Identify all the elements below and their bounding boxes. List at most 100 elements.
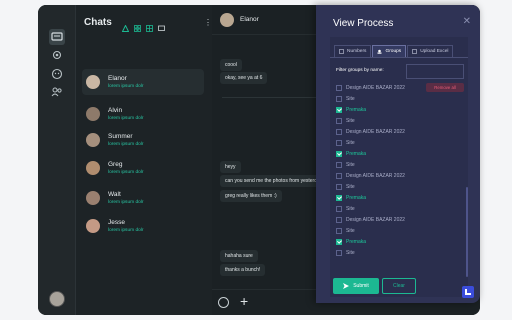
group-checkbox[interactable]: [336, 206, 342, 212]
group-checkbox[interactable]: [336, 140, 342, 146]
group-row[interactable]: Premaka: [336, 149, 366, 159]
send-icon: [343, 283, 350, 289]
remove-all-button[interactable]: Remove all: [426, 83, 464, 92]
group-row[interactable]: Site: [336, 94, 355, 104]
group-icon[interactable]: [50, 49, 64, 63]
group-checkbox[interactable]: [336, 228, 342, 234]
message-bubble: greg really likes them :): [220, 190, 282, 202]
contact-item-walt[interactable]: Walt lorem ipsum dolr: [82, 185, 204, 211]
contact-item-greg[interactable]: Greg lorem ipsum dolr: [82, 155, 204, 181]
group-checkbox[interactable]: [336, 151, 342, 157]
group-checkbox[interactable]: [336, 107, 342, 113]
close-icon[interactable]: ✕: [463, 16, 471, 27]
group-label: Design AIDE BAZAR 2022: [346, 217, 405, 223]
contact-subtitle: lorem ipsum dolr: [108, 83, 144, 89]
group-checkbox[interactable]: [336, 118, 342, 124]
group-row[interactable]: Design AIDE BAZAR 2022: [336, 83, 405, 93]
scrollbar[interactable]: [466, 187, 468, 277]
document-icon: [339, 49, 344, 54]
group-row[interactable]: Site: [336, 204, 355, 214]
contact-item-summer[interactable]: Summer lorem ipsum dolr: [82, 127, 204, 153]
avatar: [86, 107, 100, 121]
group-label: Site: [346, 96, 355, 102]
avatar: [86, 161, 100, 175]
user-avatar[interactable]: [49, 291, 65, 307]
chat-contact-name: Elanor: [240, 16, 259, 23]
group-row[interactable]: Site: [336, 226, 355, 236]
group-label: Design AIDE BAZAR 2022: [346, 129, 405, 135]
table-icon[interactable]: [145, 19, 153, 32]
app-logo-icon[interactable]: [462, 286, 474, 298]
triangle-icon[interactable]: [121, 19, 130, 32]
group-row[interactable]: Premaka: [336, 105, 366, 115]
tab-upload-excel[interactable]: Upload Excel: [407, 45, 454, 57]
emoji-icon[interactable]: [218, 297, 229, 308]
tab-numbers[interactable]: Numbers: [334, 45, 372, 57]
contact-item-alvin[interactable]: Alvin lorem ipsum dolr: [82, 101, 204, 127]
grid-icon[interactable]: [133, 19, 141, 32]
group-checkbox[interactable]: [336, 239, 342, 245]
group-checkbox[interactable]: [336, 195, 342, 201]
group-label: Site: [346, 140, 355, 146]
tab-groups[interactable]: Groups: [372, 45, 407, 57]
group-checkbox[interactable]: [336, 184, 342, 190]
group-checkbox[interactable]: [336, 217, 342, 223]
message-bubble: okay, see ya at 6: [220, 72, 268, 84]
message-icon[interactable]: [157, 19, 165, 31]
contact-name: Walt: [108, 190, 121, 198]
group-label: Premaka: [346, 195, 367, 201]
group-label: Site: [346, 162, 355, 168]
group-row[interactable]: Design AIDE BAZAR 2022: [336, 171, 405, 181]
more-options-icon[interactable]: ⋮: [204, 18, 212, 27]
submit-label: Submit: [353, 283, 369, 289]
group-row[interactable]: Premaka: [336, 237, 366, 247]
chat-list-title: Chats: [84, 16, 112, 28]
group-row[interactable]: Site: [336, 248, 355, 258]
contact-name: Elanor: [108, 74, 127, 82]
group-row[interactable]: Site: [336, 116, 355, 126]
add-icon[interactable]: +: [240, 293, 248, 309]
group-checkbox[interactable]: [336, 173, 342, 179]
contact-name: Summer: [108, 132, 133, 140]
tab-underline: [330, 57, 468, 58]
contact-subtitle: lorem ipsum dolr: [108, 141, 144, 147]
group-checkbox[interactable]: [336, 250, 342, 256]
contact-subtitle: lorem ipsum dolr: [108, 169, 144, 175]
tab-label: Groups: [385, 49, 402, 54]
support-icon[interactable]: [50, 67, 64, 81]
contact-subtitle: lorem ipsum dolr: [108, 199, 144, 205]
group-row[interactable]: Site: [336, 182, 355, 192]
group-checkbox[interactable]: [336, 96, 342, 102]
contact-item-jesse[interactable]: Jesse lorem ipsum dolr: [82, 213, 204, 239]
upload-icon: [412, 49, 418, 54]
avatar: [220, 12, 234, 27]
chat-icon[interactable]: [49, 29, 65, 45]
group-icon: [377, 49, 382, 54]
contacts-icon[interactable]: [50, 85, 64, 99]
message-bubble: can you send me the photos from yesterda…: [220, 175, 331, 187]
clear-button[interactable]: Clear: [382, 278, 416, 294]
group-row[interactable]: Premaka: [336, 193, 366, 203]
group-row[interactable]: Design AIDE BAZAR 2022: [336, 127, 405, 137]
contact-name: Jesse: [108, 218, 125, 226]
message-bubble: heyy: [220, 161, 241, 173]
group-row[interactable]: Site: [336, 160, 355, 170]
contact-name: Alvin: [108, 106, 123, 114]
avatar: [86, 133, 100, 147]
icon-rail: [38, 5, 76, 315]
group-row[interactable]: Site: [336, 138, 355, 148]
contact-item-elanor[interactable]: Elanor lorem ipsum dolr: [82, 69, 204, 95]
group-label: Premaka: [346, 107, 367, 113]
avatar: [86, 75, 100, 89]
filter-label: Filter groups by name:: [336, 68, 384, 73]
group-checkbox[interactable]: [336, 129, 342, 135]
group-row[interactable]: Design AIDE BAZAR 2022: [336, 215, 405, 225]
submit-button[interactable]: Submit: [333, 278, 379, 294]
dialog-title: View Process: [333, 18, 394, 29]
dialog-actions: Submit Clear: [333, 278, 416, 294]
group-checkbox[interactable]: [336, 162, 342, 168]
group-label: Site: [346, 250, 355, 256]
message-bubble: thanks a bunch!: [220, 264, 266, 276]
filter-groups-input[interactable]: [406, 64, 464, 79]
group-checkbox[interactable]: [336, 85, 342, 91]
